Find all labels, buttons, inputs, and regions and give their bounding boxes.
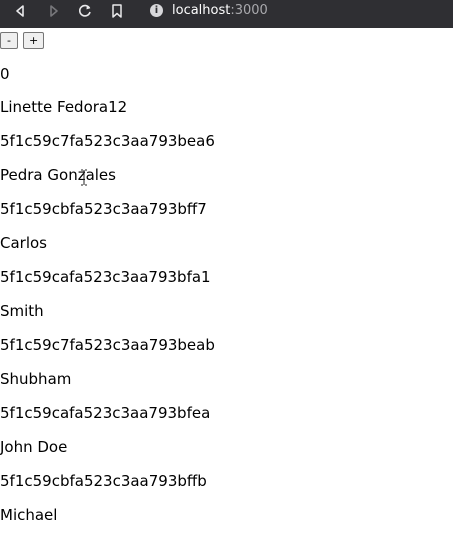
user-name: John Doe	[0, 438, 68, 456]
user-name: Pedra Gonzales	[0, 166, 116, 184]
address-bar[interactable]: i localhost:3000	[150, 1, 268, 19]
user-id: 5f1c59c7fa523c3aa793beab	[0, 336, 215, 354]
info-icon[interactable]: i	[150, 3, 163, 17]
user-id: 5f1c59cbfa523c3aa793bffb	[0, 472, 207, 490]
user-name: Carlos	[0, 234, 47, 252]
user-id: 5f1c59c7fa523c3aa793bea6	[0, 132, 215, 150]
user-list: Linette Fedora12 5f1c59c7fa523c3aa793bea…	[0, 99, 215, 541]
page-content: - + 0 Linette Fedora12 5f1c59c7fa523c3aa…	[0, 28, 453, 530]
url-port: :3000	[230, 2, 268, 18]
forward-arrow-icon[interactable]	[46, 3, 62, 19]
user-id: 5f1c59cafa523c3aa793bfa1	[0, 268, 211, 286]
bookmark-icon[interactable]	[109, 3, 125, 19]
user-id: 5f1c59cafa523c3aa793bfea	[0, 404, 211, 422]
user-name: Linette Fedora12	[0, 98, 128, 116]
counter-controls: - +	[0, 32, 45, 49]
increment-button[interactable]: +	[23, 32, 45, 49]
reload-icon[interactable]	[77, 3, 93, 19]
back-arrow-icon[interactable]	[12, 3, 28, 19]
user-id: 5f1c59cbfa523c3aa793bff7	[0, 200, 207, 218]
user-name: Smith	[0, 302, 44, 320]
url-host: localhost	[172, 2, 231, 18]
decrement-button[interactable]: -	[0, 32, 18, 49]
user-name: Shubham	[0, 370, 72, 388]
user-name: Michael	[0, 506, 58, 524]
counter-value: 0	[0, 65, 10, 83]
browser-toolbar: i localhost:3000	[0, 0, 453, 28]
